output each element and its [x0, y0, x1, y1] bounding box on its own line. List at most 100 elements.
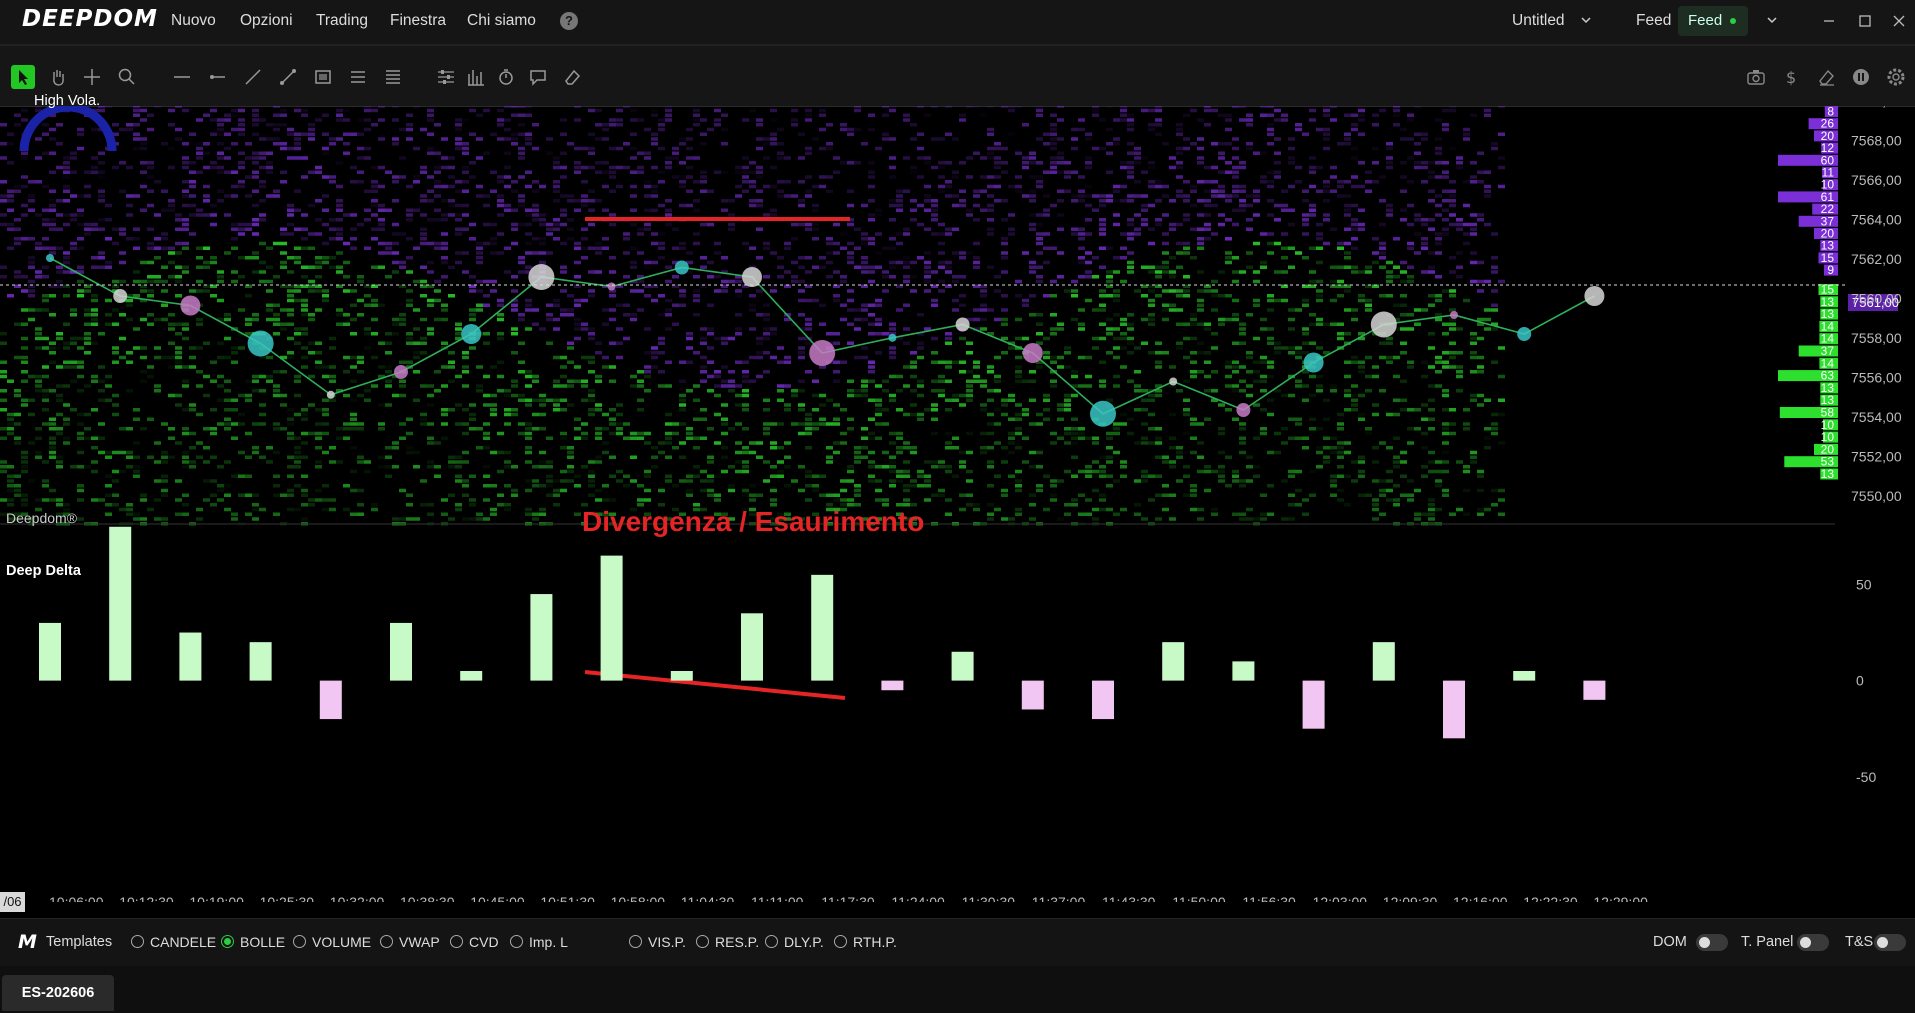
feed-button[interactable]: Feed: [1678, 6, 1748, 36]
heatmap-cell: [1442, 393, 1449, 398]
zoom-icon[interactable]: [116, 66, 138, 88]
heatmap-cell: [1120, 422, 1127, 426]
gear-icon[interactable]: [1885, 66, 1907, 88]
comment-icon[interactable]: [527, 66, 549, 88]
chevron-down-icon[interactable]: [1580, 14, 1592, 26]
minimize-icon[interactable]: [1818, 10, 1840, 32]
heatmap-cell: [1428, 270, 1435, 274]
heatmap-cell: [42, 184, 49, 189]
heatmap-cell: [910, 412, 917, 417]
menu-trading[interactable]: Trading: [316, 12, 368, 30]
heatmap-cell: [364, 208, 371, 212]
maximize-icon[interactable]: [1854, 10, 1876, 32]
heatmap-cell: [371, 165, 378, 170]
heatmap-cell: [168, 393, 175, 398]
heatmap-cell: [1106, 246, 1113, 250]
heatmap-cell: [322, 507, 329, 512]
heatmap-cell: [952, 398, 959, 402]
heatmap-cell: [1015, 469, 1022, 474]
menu-chi-siamo[interactable]: Chi siamo: [467, 12, 536, 30]
menu-nuovo[interactable]: Nuovo: [171, 12, 216, 30]
heatmap-cell: [966, 175, 973, 179]
heatmap-cell: [1414, 427, 1421, 431]
heatmap-cell: [1288, 208, 1295, 212]
heatmap-cell: [714, 370, 721, 374]
heatmap-cell: [1162, 213, 1169, 217]
heatmap-cell: [252, 113, 259, 117]
heatmap-cell: [210, 213, 217, 217]
ray-icon[interactable]: [206, 66, 228, 88]
heatmap-cell: [616, 412, 623, 417]
heatmap-cell: [903, 365, 910, 369]
camera-icon[interactable]: [1745, 66, 1767, 88]
chart-area[interactable]: 8 26 20 12 60 11 10 61 22 37 20 13 15 9 15 13 13 14 14 37 14…: [0, 106, 1915, 902]
heatmap-cell: [1372, 517, 1379, 521]
menu-opzioni[interactable]: Opzioni: [240, 12, 293, 30]
heatmap-cell: [1407, 441, 1414, 445]
pause-icon[interactable]: [1850, 66, 1872, 88]
heatmap-cell: [539, 241, 546, 246]
workspace-title[interactable]: Untitled: [1512, 12, 1565, 30]
heatmap-cell: [910, 165, 917, 170]
heatmap-cell: [329, 460, 336, 464]
heatmap-cell: [511, 488, 518, 493]
feed-dropdown-icon[interactable]: [1766, 14, 1778, 26]
menu-finestra[interactable]: Finestra: [390, 12, 446, 30]
settings-sliders-icon[interactable]: [435, 66, 457, 88]
parallel-icon[interactable]: [382, 66, 404, 88]
heatmap-cell: [49, 137, 56, 141]
heatmap-cell: [266, 374, 273, 379]
crosshair-icon[interactable]: [81, 66, 103, 88]
heatmap-cell: [973, 241, 980, 246]
heatmap-cell: [1449, 355, 1456, 360]
heatmap-cell: [56, 465, 63, 469]
heatmap-cell: [462, 227, 469, 231]
heatmap-cell: [350, 398, 357, 402]
fib-icon[interactable]: [347, 66, 369, 88]
heatmap-cell: [119, 355, 126, 360]
heatmap-cell: [476, 289, 483, 293]
heatmap-cell: [364, 389, 371, 393]
eraser-icon[interactable]: [561, 66, 583, 88]
heatmap-cell: [833, 493, 840, 497]
erase-all-icon[interactable]: [1815, 66, 1837, 88]
trendline-icon[interactable]: [242, 66, 264, 88]
heatmap-cell: [308, 289, 315, 293]
heatmap-cell: [1008, 227, 1015, 231]
heatmap-cell: [455, 137, 462, 141]
heatmap-cell: [357, 355, 364, 360]
heatmap-cell: [840, 303, 847, 307]
hand-icon[interactable]: [47, 66, 69, 88]
heatmap-cell: [266, 460, 273, 464]
heatmap-cell: [266, 289, 273, 293]
heatmap-cell: [140, 498, 147, 502]
histogram-icon[interactable]: [465, 66, 487, 88]
dollar-icon[interactable]: $: [1780, 66, 1802, 88]
heatmap-cell: [392, 441, 399, 445]
heatmap-cell: [1155, 218, 1162, 222]
heatmap-cell: [987, 308, 994, 312]
horizontal-line-icon[interactable]: [171, 66, 193, 88]
rectangle-icon[interactable]: [312, 66, 334, 88]
segment-icon[interactable]: [277, 66, 299, 88]
close-icon[interactable]: [1888, 10, 1910, 32]
heatmap-cell: [665, 213, 672, 217]
heatmap-cell: [1169, 270, 1176, 274]
heatmap-cell: [1295, 422, 1302, 426]
heatmap-cell: [77, 498, 84, 502]
timer-icon[interactable]: [495, 66, 517, 88]
heatmap-cell: [1008, 417, 1015, 421]
heatmap-cell: [1050, 493, 1057, 497]
heatmap-cell: [1337, 184, 1344, 189]
heatmap-cell: [875, 465, 882, 469]
heatmap-cell: [182, 218, 189, 222]
help-icon[interactable]: ?: [560, 12, 578, 30]
cursor-icon[interactable]: [11, 65, 35, 89]
heatmap-cell: [798, 256, 805, 260]
chart-canvas[interactable]: 8262012601110612237201315915131314143714…: [0, 106, 1915, 902]
heatmap-cell: [637, 165, 644, 170]
heatmap-cell: [1197, 455, 1204, 459]
heatmap-cell: [245, 175, 252, 179]
heatmap-cell: [1372, 251, 1379, 255]
heatmap-cell: [1316, 232, 1323, 236]
